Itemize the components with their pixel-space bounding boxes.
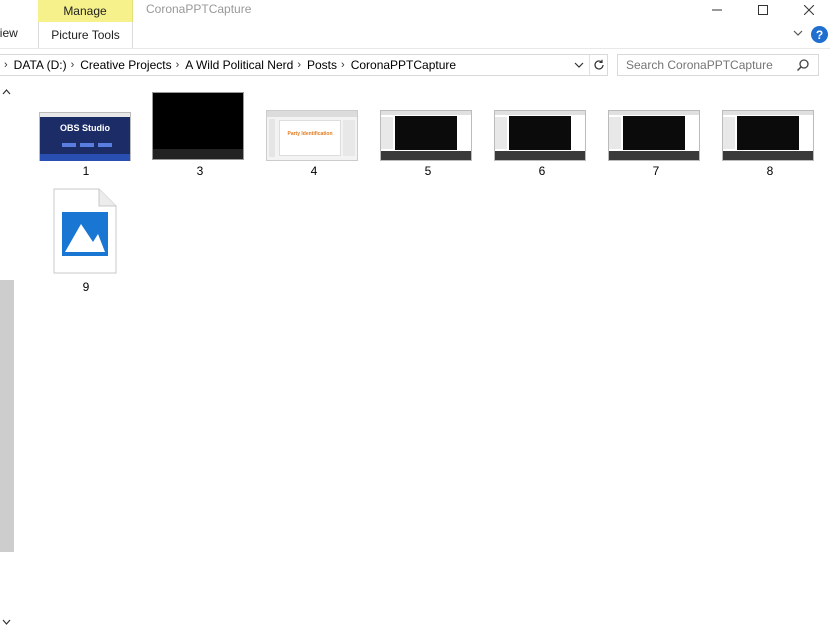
search-input[interactable]: [618, 58, 788, 72]
address-bar[interactable]: › DATA (D:) › Creative Projects › A Wild…: [0, 54, 608, 76]
image-thumbnail: OBS Studio: [39, 112, 131, 161]
file-name: 1: [82, 164, 90, 178]
maximize-button[interactable]: [740, 0, 786, 20]
thumbnail-title: OBS Studio: [60, 123, 110, 133]
file-name: 8: [766, 164, 774, 178]
thumbnail-title: Party Identification: [287, 131, 333, 137]
address-history-dropdown[interactable]: [570, 55, 588, 75]
file-item[interactable]: 3: [152, 92, 248, 182]
minimize-icon: [712, 9, 722, 11]
chevron-right-icon[interactable]: ›: [0, 59, 14, 71]
image-thumbnail: [494, 110, 586, 161]
nav-scrollbar-thumb[interactable]: [0, 280, 14, 552]
minimize-button[interactable]: [694, 0, 740, 20]
file-item[interactable]: 7: [608, 92, 704, 182]
refresh-button[interactable]: [589, 55, 607, 75]
title-bar: View Manage Picture Tools CoronaPPTCaptu…: [0, 0, 830, 48]
file-item[interactable]: 9: [38, 188, 134, 298]
image-thumbnail: Party Identification: [266, 110, 358, 161]
chevron-down-icon: [2, 619, 11, 625]
breadcrumb-creative-projects[interactable]: Creative Projects: [80, 58, 171, 72]
file-name: 3: [196, 164, 204, 178]
ribbon-expand-button[interactable]: [793, 28, 803, 40]
file-name: 4: [310, 164, 318, 178]
search-icon[interactable]: [796, 58, 810, 72]
image-thumbnail: [152, 92, 244, 160]
file-name: 6: [538, 164, 546, 178]
image-thumbnail: [608, 110, 700, 161]
refresh-icon: [593, 59, 604, 70]
close-icon: [804, 5, 814, 15]
image-thumbnail: [722, 110, 814, 161]
close-button[interactable]: [786, 0, 830, 20]
breadcrumb-a-wild-political-nerd[interactable]: A Wild Political Nerd: [185, 58, 293, 72]
tab-manage[interactable]: Manage: [38, 0, 133, 22]
file-item[interactable]: 5: [380, 92, 476, 182]
file-item[interactable]: 8: [722, 92, 818, 182]
maximize-icon: [758, 5, 768, 15]
tab-manage-label: Manage: [63, 4, 107, 18]
window-title: CoronaPPTCapture: [146, 2, 252, 16]
file-item[interactable]: OBS Studio 1: [38, 92, 134, 182]
chevron-right-icon[interactable]: ›: [293, 59, 307, 71]
file-item[interactable]: Party Identification 4: [266, 92, 362, 182]
tab-view[interactable]: View: [0, 26, 18, 40]
file-name: 7: [652, 164, 660, 178]
image-file-icon: [53, 188, 117, 274]
tab-view-label: View: [0, 26, 18, 40]
chevron-right-icon[interactable]: ›: [67, 59, 81, 71]
chevron-right-icon[interactable]: ›: [172, 59, 186, 71]
file-name: 5: [424, 164, 432, 178]
help-button[interactable]: ?: [811, 26, 828, 43]
chevron-down-icon: [574, 62, 584, 68]
breadcrumb-posts[interactable]: Posts: [307, 58, 337, 72]
search-box[interactable]: [617, 54, 819, 76]
help-icon: ?: [815, 27, 824, 42]
breadcrumb-data-drive[interactable]: DATA (D:): [14, 58, 67, 72]
nav-scroll-up-button[interactable]: [2, 86, 11, 98]
file-name: 9: [82, 280, 90, 294]
chevron-down-icon: [793, 30, 803, 36]
chevron-up-icon: [2, 89, 11, 95]
image-thumbnail: [380, 110, 472, 161]
file-item[interactable]: 6: [494, 92, 590, 182]
breadcrumb-coronapptcapture[interactable]: CoronaPPTCapture: [351, 58, 456, 72]
nav-scroll-down-button[interactable]: [2, 616, 11, 628]
address-row: › DATA (D:) › Creative Projects › A Wild…: [0, 48, 830, 80]
chevron-right-icon[interactable]: ›: [337, 59, 351, 71]
picture-tools-text: Picture Tools: [51, 28, 120, 42]
picture-tools-context-label: Picture Tools: [38, 22, 133, 48]
